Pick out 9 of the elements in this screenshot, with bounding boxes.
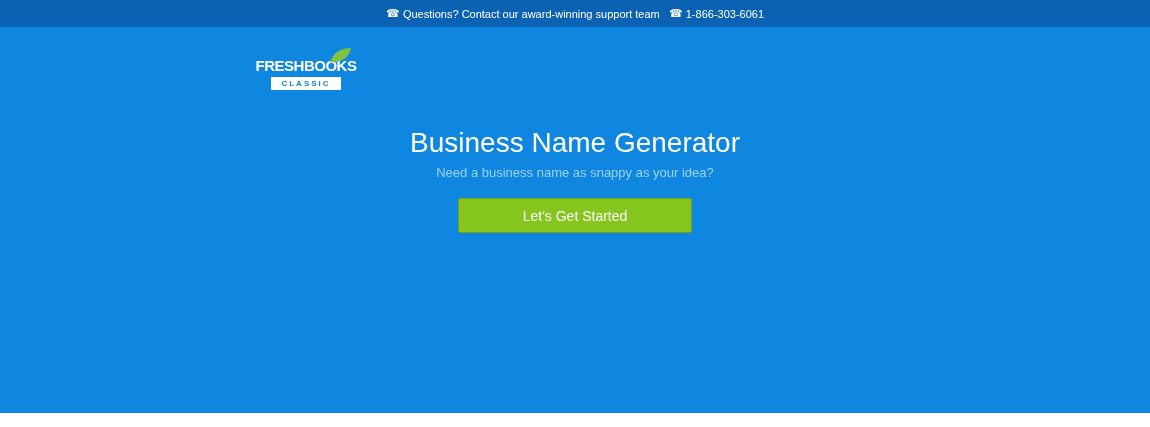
phone-glyph: ☎: [385, 7, 400, 20]
phone-glyph: ☎: [668, 7, 683, 20]
support-text: Questions? Contact our award-winning support team: [402, 7, 660, 20]
page-title: Business Name Generator: [410, 127, 740, 159]
logo-wordmark[interactable]: FRESHBOOKS: [255, 57, 357, 75]
get-started-button[interactable]: Let's Get Started: [458, 198, 692, 233]
phone-link[interactable]: 1-866-303-6061: [685, 7, 765, 20]
subtitle: Need a business name as snappy as your idea?: [436, 165, 714, 180]
logo-ribbon: CLASSIC: [271, 77, 341, 90]
